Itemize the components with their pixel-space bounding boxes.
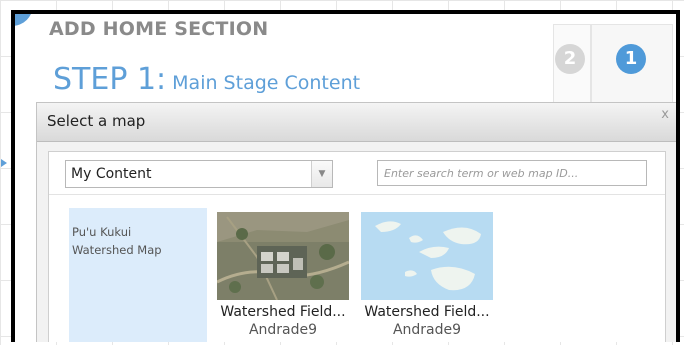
chevron-down-icon[interactable]: ▼ bbox=[311, 161, 332, 187]
select-map-dialog: Select a map x My Content ▼ Pu'u Kukui W… bbox=[36, 102, 676, 342]
triangle-right-icon bbox=[1, 159, 7, 167]
step-label: STEP 1: bbox=[53, 62, 167, 97]
step-name: Main Stage Content bbox=[172, 72, 361, 94]
content-source-value: My Content bbox=[71, 166, 152, 182]
content-source-select[interactable]: My Content ▼ bbox=[65, 160, 333, 188]
close-icon[interactable]: x bbox=[661, 107, 669, 122]
dialog-title: Select a map bbox=[47, 112, 146, 130]
map-card-owner: Andrade9 bbox=[248, 322, 318, 338]
step-number-2[interactable]: 2 bbox=[555, 44, 585, 74]
sidebar-item-watershed-map[interactable]: Pu'u Kukui Watershed Map bbox=[72, 223, 196, 259]
map-card-title: Watershed Field... bbox=[220, 304, 346, 320]
map-browser-panel: My Content ▼ Pu'u Kukui Watershed Map bbox=[48, 151, 666, 342]
islands-thumbnail bbox=[361, 212, 493, 300]
wizard-frame: ADD HOME SECTION STEP 1: Main Stage Conte… bbox=[11, 10, 680, 342]
map-browser-toolbar: My Content ▼ bbox=[49, 152, 665, 195]
step-heading: STEP 1: Main Stage Content bbox=[53, 62, 360, 97]
wizard-badge bbox=[15, 14, 33, 26]
map-folder-list: Pu'u Kukui Watershed Map bbox=[69, 208, 207, 342]
aerial-thumbnail bbox=[217, 212, 349, 300]
map-card-title: Watershed Field... bbox=[364, 304, 490, 320]
dialog-header: Select a map x bbox=[37, 103, 676, 142]
wizard-title: ADD HOME SECTION bbox=[49, 18, 269, 40]
step-number-1[interactable]: 1 bbox=[616, 44, 646, 74]
search-input[interactable] bbox=[377, 160, 647, 186]
map-card[interactable]: Watershed Field... Andrade9 bbox=[215, 212, 351, 338]
map-card[interactable]: Watershed Field... Andrade9 bbox=[359, 212, 495, 338]
map-card-owner: Andrade9 bbox=[392, 322, 462, 338]
